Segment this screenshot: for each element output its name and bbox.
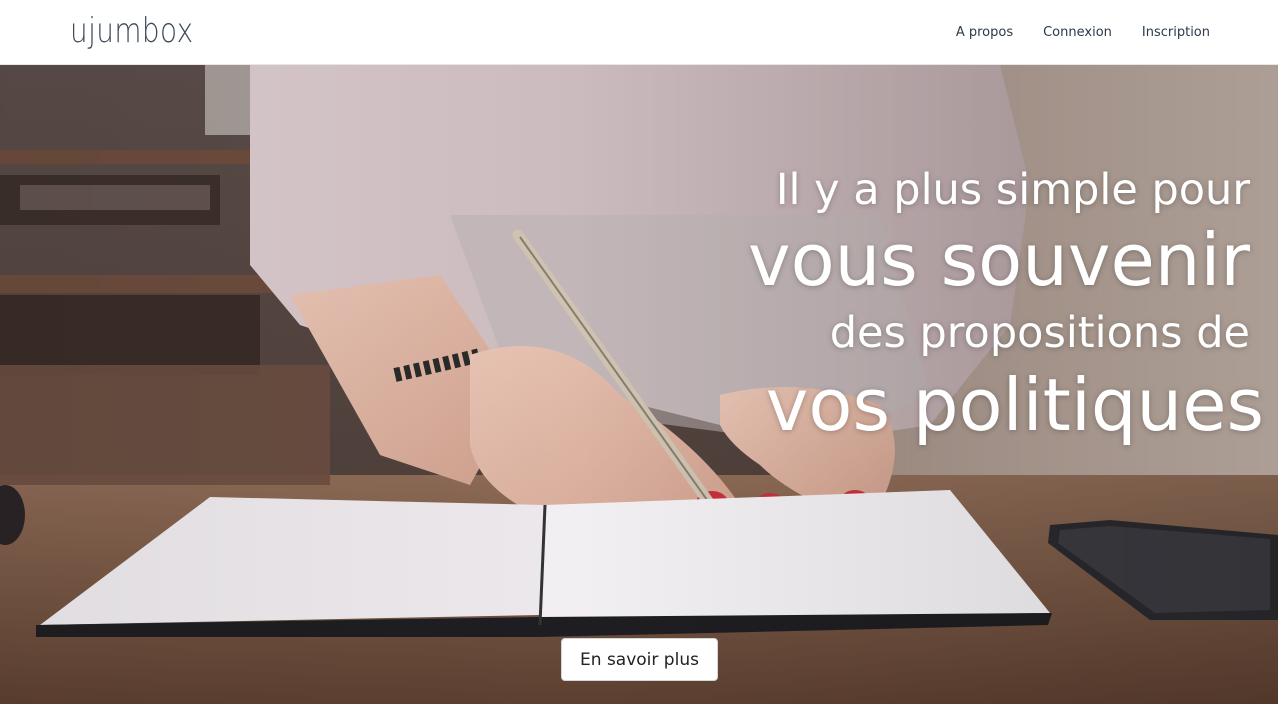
headline-line-4: vos politiques	[765, 363, 1264, 447]
nav-link-inscription[interactable]: Inscription	[1142, 25, 1210, 40]
headline-line-1: Il y a plus simple pour	[775, 165, 1250, 215]
top-navbar: ujumbox A propos Connexion Inscription	[0, 0, 1278, 65]
learn-more-button[interactable]: En savoir plus	[561, 638, 718, 681]
hero-section: Il y a plus simple pour vous souvenir de…	[0, 65, 1278, 704]
nav-link-a-propos[interactable]: A propos	[956, 25, 1013, 40]
nav-links: A propos Connexion Inscription	[956, 0, 1210, 64]
headline-line-2: vous souvenir	[747, 218, 1250, 302]
hero-headline: Il y a plus simple pour vous souvenir de…	[747, 161, 1264, 445]
site-logo[interactable]: ujumbox	[70, 0, 194, 64]
headline-line-3: des propositions de	[829, 308, 1250, 358]
nav-link-connexion[interactable]: Connexion	[1043, 25, 1112, 40]
